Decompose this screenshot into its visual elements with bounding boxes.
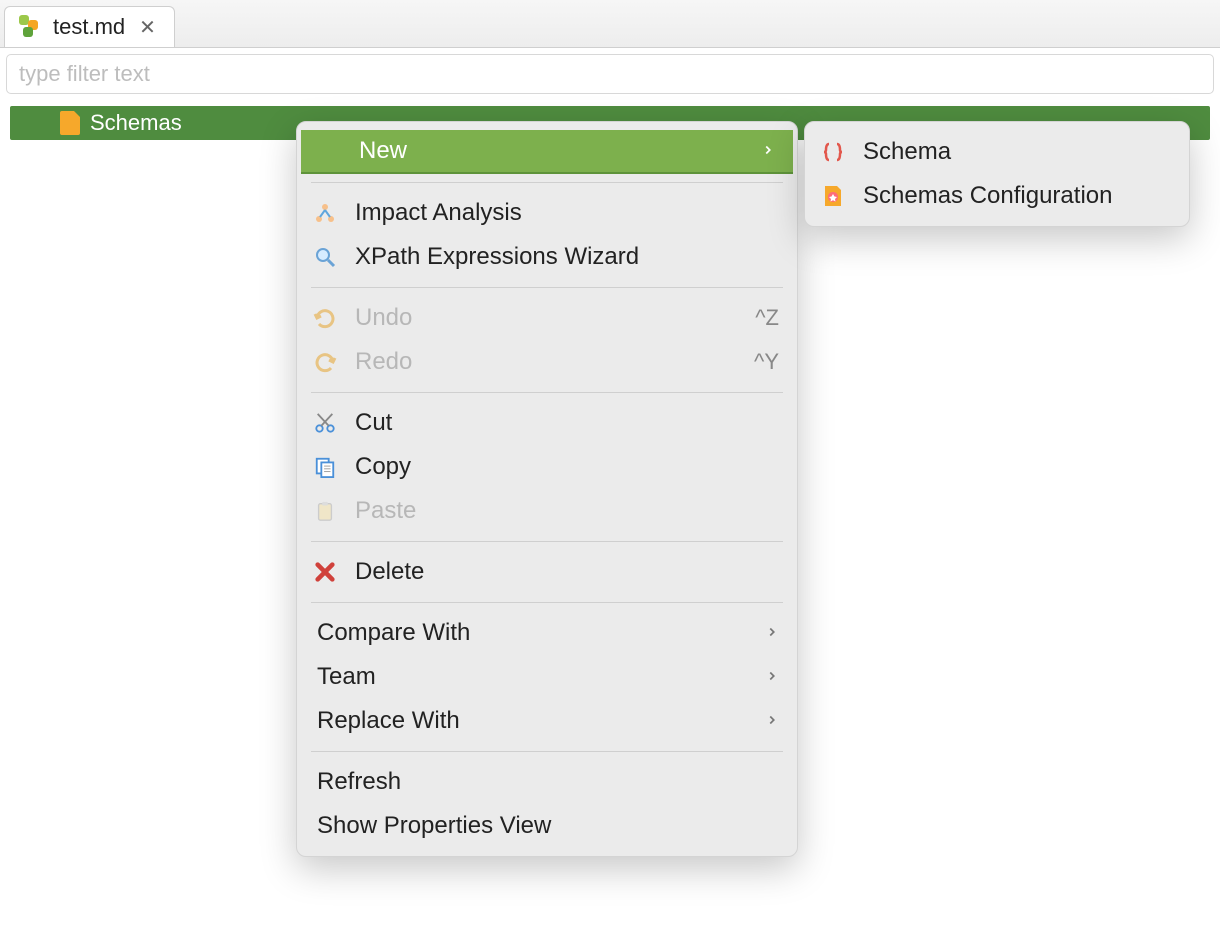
menu-item-label: Cut: [355, 409, 779, 437]
chevron-right-icon: [761, 140, 775, 163]
folder-icon: [60, 111, 80, 135]
menu-separator: [311, 751, 783, 752]
menu-item-label: Delete: [355, 558, 779, 586]
filter-input[interactable]: [6, 54, 1214, 94]
delete-icon: [311, 558, 339, 586]
menu-item-label: Copy: [355, 453, 779, 481]
menu-item-cut[interactable]: Cut: [297, 401, 797, 445]
menu-item-team[interactable]: Team: [297, 655, 797, 699]
menu-item-new[interactable]: New: [301, 130, 793, 174]
file-icon: [19, 15, 43, 39]
menu-item-delete[interactable]: Delete: [297, 550, 797, 594]
menu-separator: [311, 392, 783, 393]
menu-separator: [311, 287, 783, 288]
redo-icon: [311, 348, 339, 376]
menu-item-undo: Undo ^Z: [297, 296, 797, 340]
tab-bar: test.md ✕: [0, 0, 1220, 48]
tab-testmd[interactable]: test.md ✕: [4, 6, 175, 47]
menu-separator: [311, 541, 783, 542]
cut-icon: [311, 409, 339, 437]
menu-item-label: Compare With: [317, 619, 749, 647]
submenu-item-label: Schema: [863, 138, 1171, 166]
menu-item-label: Undo: [355, 304, 739, 332]
menu-item-copy[interactable]: Copy: [297, 445, 797, 489]
menu-item-label: Refresh: [317, 768, 779, 796]
menu-separator: [311, 182, 783, 183]
menu-item-label: Redo: [355, 348, 738, 376]
menu-item-label: XPath Expressions Wizard: [355, 243, 779, 271]
menu-item-label: Paste: [355, 497, 779, 525]
paste-icon: [311, 497, 339, 525]
menu-item-label: Impact Analysis: [355, 199, 779, 227]
menu-item-show-properties[interactable]: Show Properties View: [297, 804, 797, 848]
menu-shortcut: ^Y: [754, 349, 779, 375]
menu-item-refresh[interactable]: Refresh: [297, 760, 797, 804]
menu-item-compare-with[interactable]: Compare With: [297, 611, 797, 655]
menu-item-label: New: [359, 137, 745, 165]
chevron-right-icon: [765, 710, 779, 733]
menu-separator: [311, 602, 783, 603]
menu-item-label: Show Properties View: [317, 812, 779, 840]
submenu-item-schemas-config[interactable]: Schemas Configuration: [805, 174, 1189, 218]
menu-item-impact-analysis[interactable]: Impact Analysis: [297, 191, 797, 235]
tab-label: test.md: [53, 14, 125, 40]
submenu-item-label: Schemas Configuration: [863, 182, 1171, 210]
braces-icon: [819, 138, 847, 166]
menu-item-xpath-wizard[interactable]: XPath Expressions Wizard: [297, 235, 797, 279]
schemas-config-icon: [819, 182, 847, 210]
menu-item-label: Team: [317, 663, 749, 691]
context-submenu-new: Schema Schemas Configuration: [804, 121, 1190, 227]
close-icon[interactable]: ✕: [135, 13, 160, 42]
tree-item-label: Schemas: [90, 110, 182, 136]
undo-icon: [311, 304, 339, 332]
search-icon: [311, 243, 339, 271]
submenu-item-schema[interactable]: Schema: [805, 130, 1189, 174]
impact-icon: [311, 199, 339, 227]
menu-item-paste: Paste: [297, 489, 797, 533]
menu-shortcut: ^Z: [755, 305, 779, 331]
menu-item-replace-with[interactable]: Replace With: [297, 699, 797, 743]
chevron-right-icon: [765, 666, 779, 689]
context-menu: New Impact Analysis XPath Expressions Wi…: [296, 121, 798, 857]
menu-item-redo: Redo ^Y: [297, 340, 797, 384]
copy-icon: [311, 453, 339, 481]
filter-bar: [0, 48, 1220, 100]
chevron-right-icon: [765, 622, 779, 645]
menu-item-label: Replace With: [317, 707, 749, 735]
